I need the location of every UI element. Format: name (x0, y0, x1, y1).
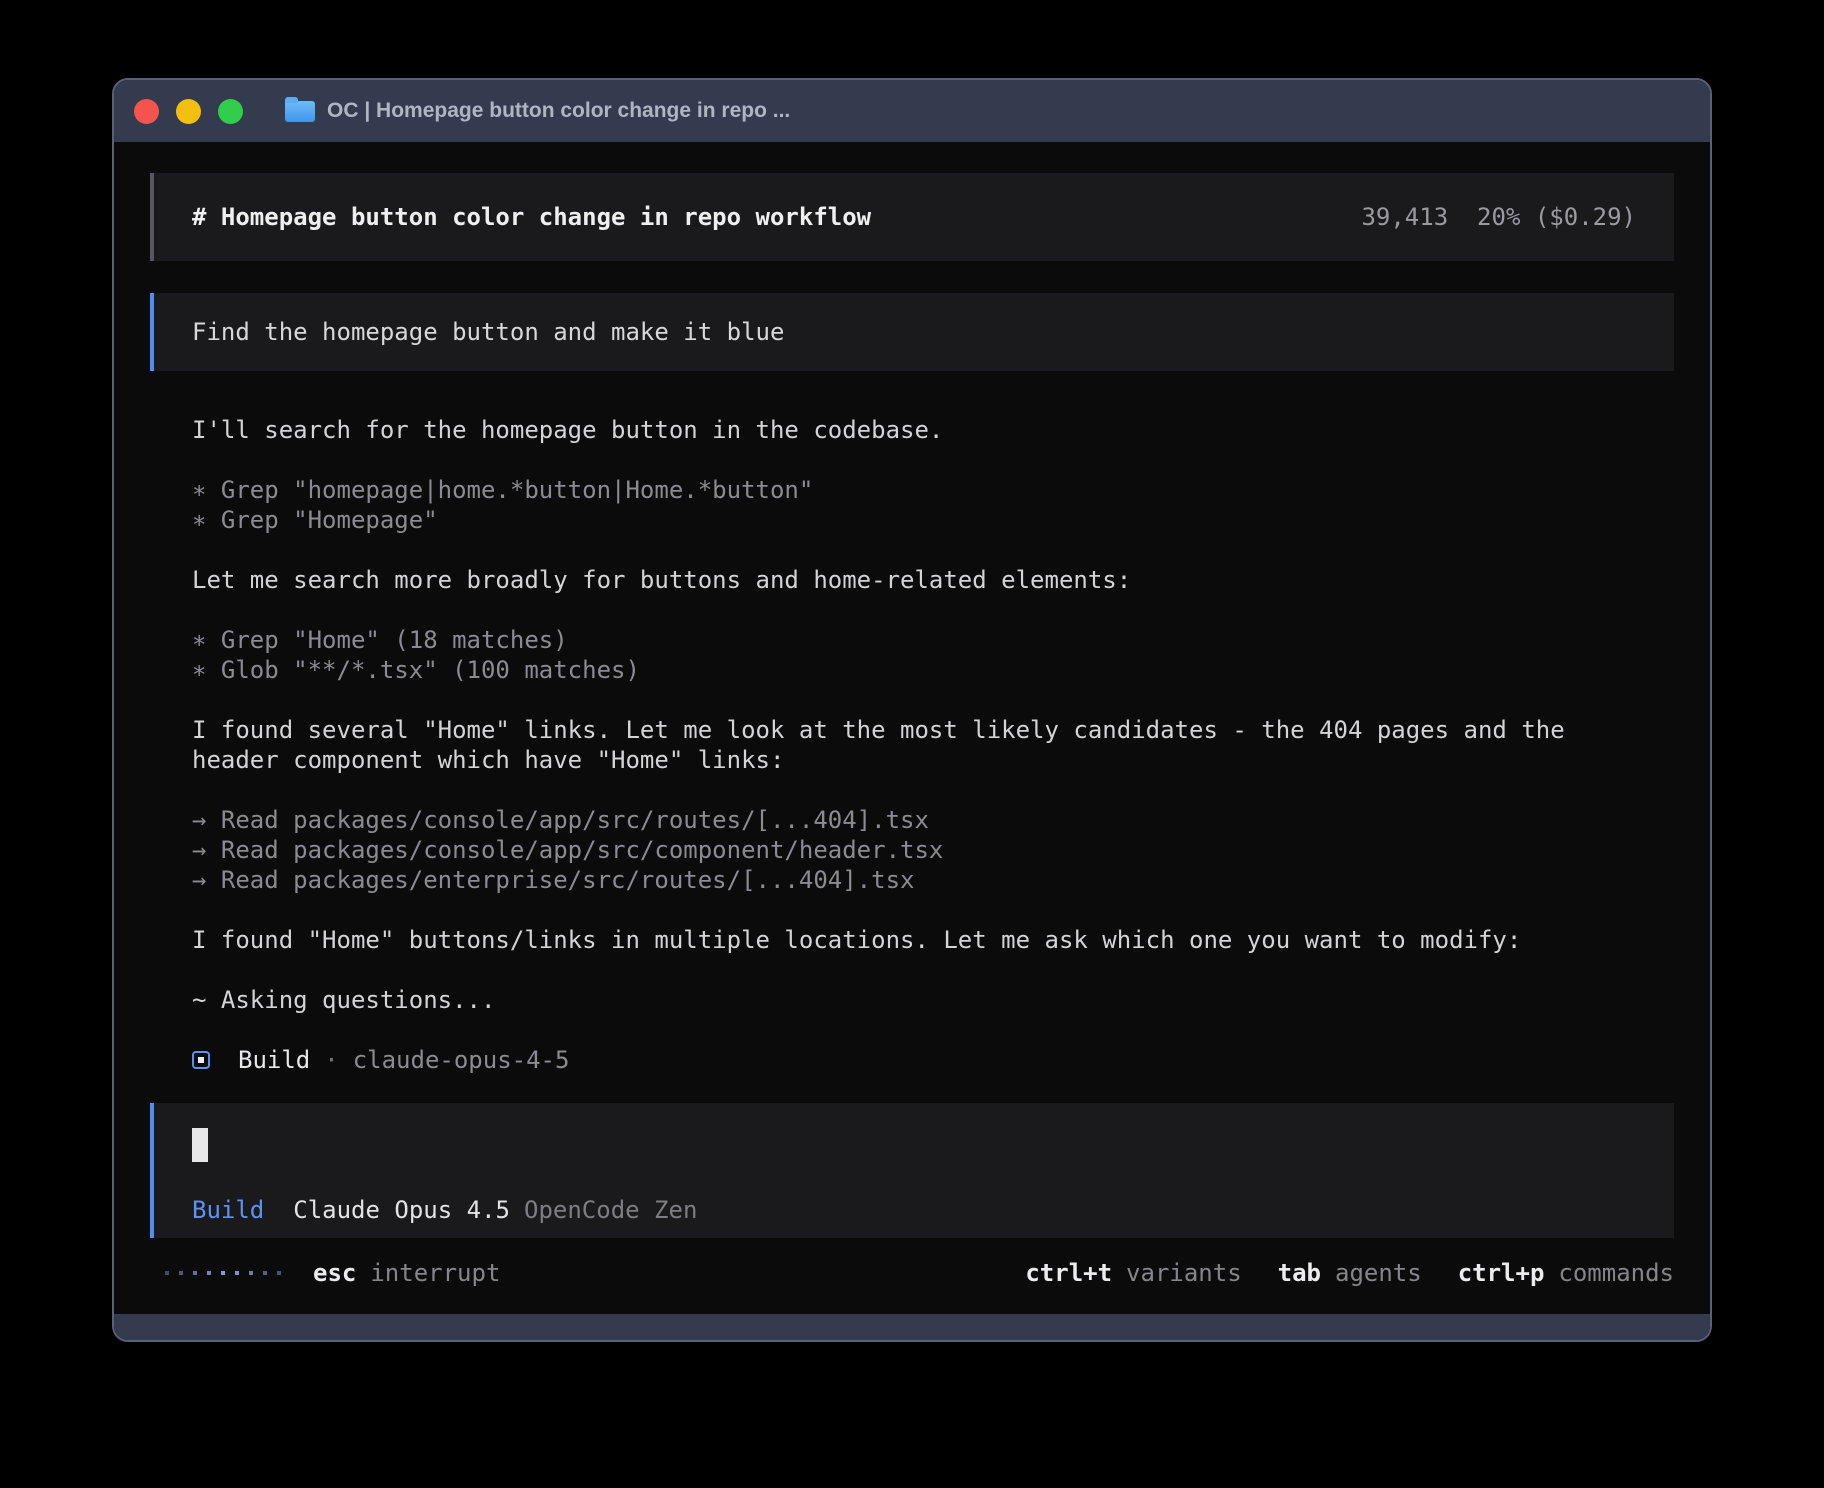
commands-shortcut: ctrl+p commands (1458, 1259, 1674, 1287)
minimize-button[interactable] (176, 99, 201, 124)
prompt-input[interactable]: Build Claude Opus 4.5 OpenCode Zen (150, 1103, 1674, 1238)
user-message-text: Find the homepage button and make it blu… (192, 318, 784, 346)
input-agent-label[interactable]: Build (192, 1196, 264, 1224)
variants-key-hint: ctrl+t (1025, 1259, 1112, 1287)
agents-shortcut: tab agents (1278, 1259, 1422, 1287)
interrupt-label: interrupt (370, 1259, 500, 1287)
assistant-text: Let me search more broadly for buttons a… (192, 565, 1674, 595)
agent-status-row: Build · claude-opus-4-5 (192, 1045, 1674, 1075)
input-model-label[interactable]: Claude Opus 4.5 (293, 1196, 510, 1224)
window-title: OC | Homepage button color change in rep… (327, 99, 790, 123)
variants-label: variants (1126, 1259, 1242, 1287)
assistant-status-text: ~ Asking questions... (192, 985, 1674, 1015)
status-bar: esc interrupt ctrl+t variants tab agents… (150, 1258, 1674, 1288)
assistant-text: I found several "Home" links. Let me loo… (192, 715, 1674, 745)
tool-call-grep: ∗ Grep "Homepage" (192, 505, 1674, 535)
close-button[interactable] (134, 99, 159, 124)
spinner-dots-icon (165, 1271, 281, 1275)
session-header: # Homepage button color change in repo w… (150, 173, 1674, 261)
tool-call-grep: ∗ Grep "homepage|home.*button|Home.*butt… (192, 475, 1674, 505)
input-provider-label: OpenCode Zen (524, 1196, 697, 1224)
terminal-window: OC | Homepage button color change in rep… (112, 78, 1712, 1342)
variants-shortcut: ctrl+t variants (1025, 1259, 1241, 1287)
agents-label: agents (1335, 1259, 1422, 1287)
tool-call-read: → Read packages/console/app/src/routes/[… (192, 805, 1674, 835)
tool-call-read: → Read packages/enterprise/src/routes/[.… (192, 865, 1674, 895)
user-message: Find the homepage button and make it blu… (150, 293, 1674, 371)
assistant-text: I'll search for the homepage button in t… (192, 415, 1674, 445)
traffic-lights (134, 99, 243, 124)
text-cursor (192, 1128, 208, 1162)
separator-dot: · (324, 1046, 338, 1074)
agent-square-icon (192, 1051, 210, 1069)
window-bottom-strip (114, 1314, 1710, 1340)
tool-call-read: → Read packages/console/app/src/componen… (192, 835, 1674, 865)
tool-call-grep: ∗ Grep "Home" (18 matches) (192, 625, 1674, 655)
commands-label: commands (1558, 1259, 1674, 1287)
zoom-button[interactable] (218, 99, 243, 124)
titlebar[interactable]: OC | Homepage button color change in rep… (114, 80, 1710, 142)
folder-icon (285, 101, 315, 122)
session-title: # Homepage button color change in repo w… (192, 203, 871, 231)
terminal-content: # Homepage button color change in repo w… (114, 173, 1710, 1342)
tool-call-glob: ∗ Glob "**/*.tsx" (100 matches) (192, 655, 1674, 685)
agent-model: claude-opus-4-5 (353, 1046, 570, 1074)
session-stats: 39,413 20% ($0.29) (1361, 203, 1636, 231)
chat-transcript: I'll search for the homepage button in t… (150, 415, 1674, 1075)
assistant-text: I found "Home" buttons/links in multiple… (192, 925, 1674, 955)
input-meta-row: Build Claude Opus 4.5 OpenCode Zen (192, 1195, 1636, 1225)
agent-name: Build (238, 1046, 310, 1074)
esc-key-hint: esc (313, 1259, 356, 1287)
commands-key-hint: ctrl+p (1458, 1259, 1545, 1287)
agents-key-hint: tab (1278, 1259, 1321, 1287)
assistant-text: header component which have "Home" links… (192, 745, 1674, 775)
